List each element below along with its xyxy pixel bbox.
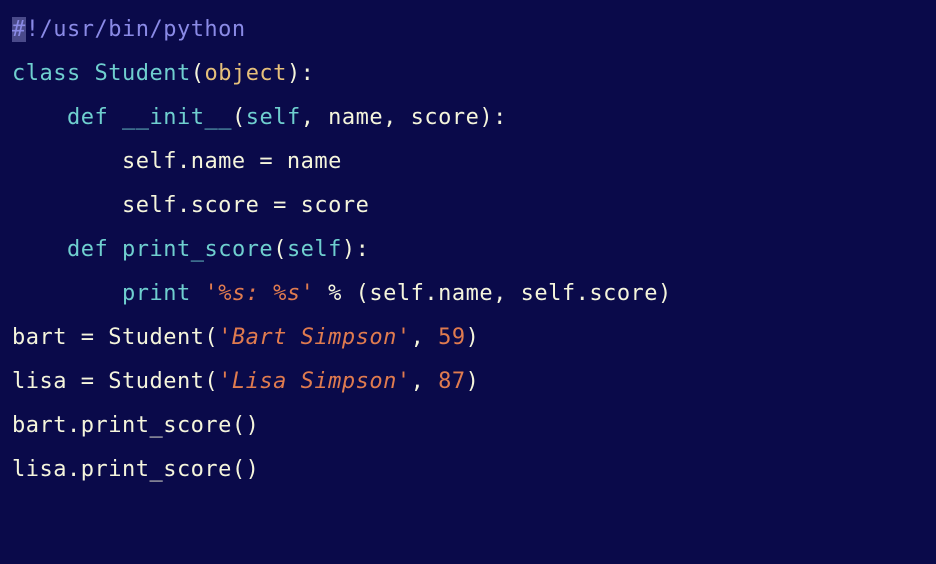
stmt-lisa-call: lisa.print_score() bbox=[12, 457, 259, 482]
code-line: bart = Student('Bart Simpson', 59) bbox=[12, 325, 479, 350]
number-87: 87 bbox=[438, 369, 466, 394]
code-line: lisa = Student('Lisa Simpson', 87) bbox=[12, 369, 479, 394]
keyword-class: class bbox=[12, 61, 81, 86]
param-self: self bbox=[287, 237, 342, 262]
code-line: def __init__(self, name, score): bbox=[12, 105, 507, 130]
code-line: def print_score(self): bbox=[12, 237, 369, 262]
funcname-print-score: print_score bbox=[122, 237, 273, 262]
keyword-def: def bbox=[67, 105, 108, 130]
number-59: 59 bbox=[438, 325, 466, 350]
code-line: self.score = score bbox=[12, 193, 369, 218]
shebang-comment: !/usr/bin/python bbox=[26, 17, 246, 42]
stmt-assign-name: self.name = name bbox=[122, 149, 342, 174]
string-bart: 'Bart Simpson' bbox=[218, 325, 410, 350]
keyword-def: def bbox=[67, 237, 108, 262]
code-line: lisa.print_score() bbox=[12, 457, 259, 482]
string-lisa: 'Lisa Simpson' bbox=[218, 369, 410, 394]
param-self: self bbox=[246, 105, 301, 130]
shebang-selected-char: # bbox=[12, 17, 26, 42]
builtin-object: object bbox=[204, 61, 286, 86]
stmt-bart-call: bart.print_score() bbox=[12, 413, 259, 438]
string-format: '%s: %s' bbox=[204, 281, 314, 306]
code-line: bart.print_score() bbox=[12, 413, 259, 438]
code-block[interactable]: #!/usr/bin/python class Student(object):… bbox=[0, 0, 936, 500]
funcname-init: __init__ bbox=[122, 105, 232, 130]
stmt-bart-assign: bart = Student( bbox=[12, 325, 218, 350]
classname-student: Student bbox=[94, 61, 190, 86]
keyword-print: print bbox=[122, 281, 191, 306]
stmt-assign-score: self.score = score bbox=[122, 193, 369, 218]
code-line: #!/usr/bin/python bbox=[12, 17, 246, 42]
code-line: print '%s: %s' % (self.name, self.score) bbox=[12, 281, 672, 306]
code-line: class Student(object): bbox=[12, 61, 314, 86]
code-line: self.name = name bbox=[12, 149, 342, 174]
stmt-lisa-assign: lisa = Student( bbox=[12, 369, 218, 394]
